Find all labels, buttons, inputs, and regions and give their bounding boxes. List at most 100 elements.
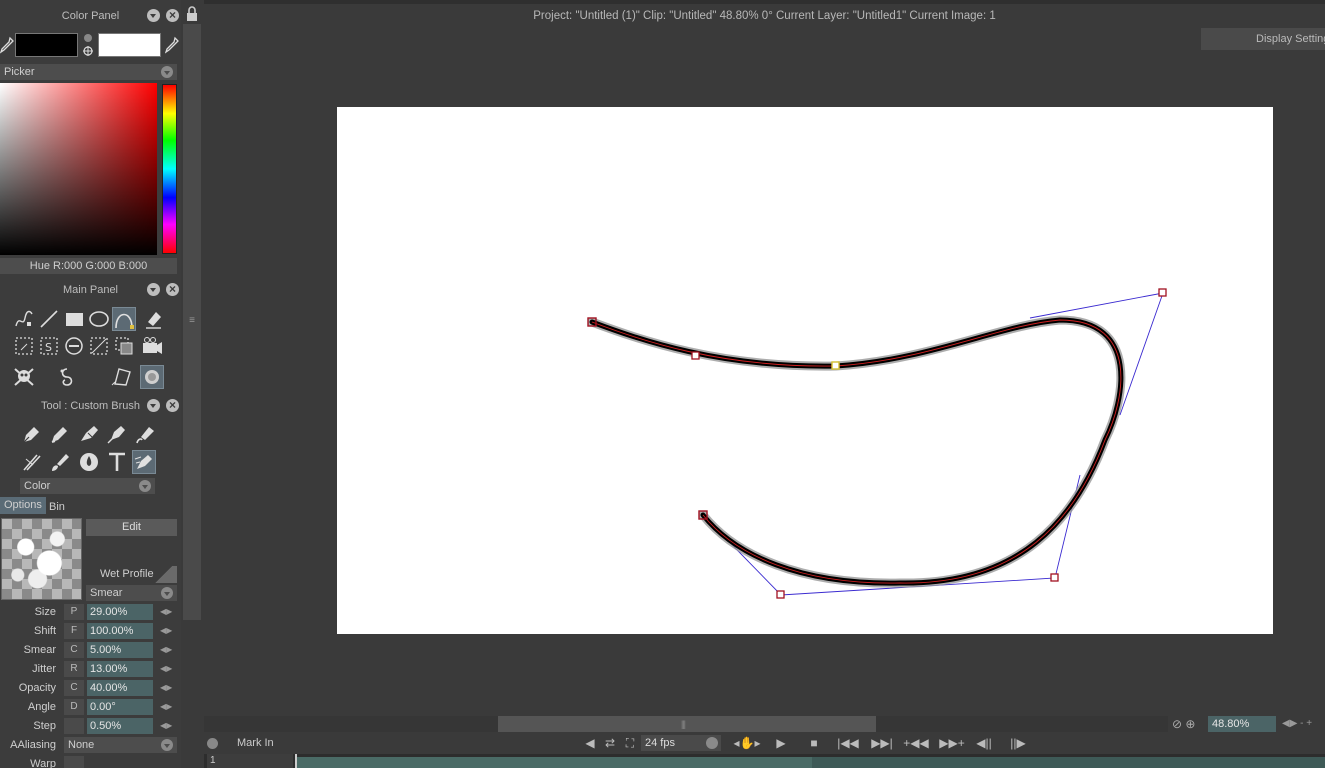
aaliasing-select[interactable]: None — [64, 737, 177, 753]
mark-in-toggle[interactable] — [207, 738, 218, 749]
onion-skin-tool[interactable] — [12, 365, 36, 389]
horizontal-scroll-thumb[interactable] — [498, 716, 876, 732]
last-frame-icon[interactable]: ▶▶| — [870, 735, 894, 751]
hand-scrub-icon[interactable]: ◂✋▸ — [732, 735, 762, 751]
modifier-button[interactable]: C — [64, 680, 84, 696]
opacity-value-field[interactable]: 40.00% — [87, 680, 153, 696]
pressure-modifier-button[interactable]: P — [64, 604, 84, 620]
stepper-arrows-icon[interactable]: ◀▶ — [160, 645, 174, 655]
tool-panel-menu-icon[interactable] — [147, 399, 160, 412]
camera-tool[interactable] — [140, 334, 164, 358]
marker-brush[interactable] — [77, 422, 101, 446]
blur-brush[interactable] — [77, 450, 101, 474]
frame-track[interactable] — [297, 757, 1325, 768]
tab-options[interactable]: Options — [0, 497, 46, 514]
stepper-arrows-icon[interactable]: ◀▶ — [160, 664, 174, 674]
saturation-value-picker[interactable] — [0, 83, 157, 255]
center-view-icon[interactable]: ⊕ — [1185, 717, 1195, 731]
bezier-stroke[interactable] — [337, 107, 1273, 634]
first-frame-icon[interactable]: |◀◀ — [836, 735, 860, 751]
eyedropper-background-icon[interactable] — [165, 36, 179, 54]
zoom-in-icon[interactable]: + — [1306, 718, 1312, 729]
zoom-out-icon[interactable]: - — [1300, 718, 1303, 729]
control-point[interactable] — [776, 590, 785, 599]
swap-colors-icon[interactable] — [81, 33, 95, 59]
active-control-point[interactable] — [831, 361, 840, 370]
custom-brush[interactable] — [132, 450, 156, 474]
brush-color-mode-select[interactable]: Color — [20, 478, 155, 494]
stepper-arrows-icon[interactable]: ◀▶ — [160, 683, 174, 693]
color-mode-select[interactable]: Picker — [0, 64, 177, 80]
stop-icon[interactable]: ■ — [806, 735, 822, 751]
size-value-field[interactable]: 29.00% — [87, 604, 153, 620]
insert-frame-after-icon[interactable]: ▶▶+ — [938, 735, 966, 751]
freehand-tool[interactable] — [12, 307, 36, 331]
shift-value-field[interactable]: 100.00% — [87, 623, 153, 639]
pen-brush[interactable] — [20, 422, 44, 446]
paint-brush[interactable] — [48, 450, 72, 474]
bezier-tool[interactable] — [112, 307, 136, 331]
tool-panel-close-icon[interactable] — [166, 398, 179, 412]
stepper-arrows-icon[interactable]: ◀▶ — [160, 721, 174, 731]
fill-tool[interactable] — [140, 365, 164, 389]
crayon-brush[interactable] — [20, 450, 44, 474]
modifier-button[interactable]: F — [64, 623, 84, 639]
stepper-arrows-icon[interactable]: ◀▶ — [160, 626, 174, 636]
modifier-button[interactable] — [64, 756, 84, 768]
modifier-button[interactable]: C — [64, 642, 84, 658]
main-panel-menu-icon[interactable] — [147, 283, 160, 296]
jitter-value-field[interactable]: 13.00% — [87, 661, 153, 677]
tab-bin[interactable]: Bin — [45, 499, 69, 516]
stepper-arrows-icon[interactable]: ◀▶ — [160, 702, 174, 712]
color-panel-close-icon[interactable] — [166, 8, 179, 22]
display-settings-button[interactable]: Display Settings — [1201, 28, 1325, 50]
control-point[interactable] — [691, 351, 700, 360]
paper-tool[interactable] — [110, 365, 134, 389]
wet-profile-label[interactable]: Wet Profile — [86, 566, 177, 583]
select-tool[interactable] — [12, 334, 36, 358]
play-icon[interactable]: ▶ — [773, 735, 789, 751]
mask-tool[interactable] — [62, 334, 86, 358]
foreground-color-swatch[interactable] — [15, 33, 78, 57]
speaker-icon[interactable]: ◀ — [582, 735, 598, 751]
modifier-button[interactable]: D — [64, 699, 84, 715]
smear-value-field[interactable]: 5.00% — [87, 642, 153, 658]
insert-frame-before-icon[interactable]: +◀◀ — [902, 735, 930, 751]
line-tool[interactable] — [37, 307, 61, 331]
shape-select-tool[interactable]: S — [37, 334, 61, 358]
previous-frame-icon[interactable]: ◀|| — [974, 735, 994, 751]
splitter-grip-icon[interactable]: ≡ — [186, 315, 198, 327]
text-tool[interactable] — [105, 450, 129, 474]
background-color-swatch[interactable] — [98, 33, 161, 57]
layer-tool[interactable] — [112, 334, 136, 358]
watercolor-brush[interactable] — [134, 422, 158, 446]
fps-select[interactable]: 24 fps — [641, 735, 721, 751]
modifier-button[interactable]: R — [64, 661, 84, 677]
loop-icon[interactable]: ⇄ — [602, 735, 618, 751]
eraser-tool[interactable] — [141, 307, 165, 331]
fullscreen-icon[interactable]: ⛶ — [622, 735, 638, 751]
ellipse-tool[interactable] — [87, 307, 111, 331]
lock-icon[interactable] — [185, 6, 199, 22]
step-value-field[interactable]: 0.50% — [87, 718, 153, 734]
main-panel-close-icon[interactable] — [166, 282, 179, 296]
zoom-field[interactable]: 48.80% — [1208, 716, 1276, 732]
warp-tool[interactable] — [55, 365, 79, 389]
zoom-stepper-icon[interactable]: ◀▶ — [1282, 718, 1297, 729]
rotate-icon[interactable]: ⊘ — [1172, 717, 1182, 731]
transform-tool[interactable] — [87, 334, 111, 358]
stepper-arrows-icon[interactable]: ◀▶ — [160, 607, 174, 617]
control-point[interactable] — [1050, 573, 1059, 582]
modifier-button[interactable] — [64, 718, 84, 734]
rectangle-tool[interactable] — [62, 307, 86, 331]
angle-value-field[interactable]: 0.00° — [87, 699, 153, 715]
color-panel-menu-icon[interactable] — [147, 9, 160, 22]
brush-texture-preview[interactable] — [1, 518, 82, 600]
next-frame-icon[interactable]: ||▶ — [1008, 735, 1028, 751]
profile-select[interactable]: Smear — [86, 585, 177, 601]
edit-button[interactable]: Edit — [86, 519, 177, 536]
pencil-brush[interactable] — [48, 422, 72, 446]
airbrush-brush[interactable] — [105, 422, 129, 446]
eyedropper-foreground-icon[interactable] — [0, 36, 14, 54]
control-point[interactable] — [1158, 288, 1167, 297]
